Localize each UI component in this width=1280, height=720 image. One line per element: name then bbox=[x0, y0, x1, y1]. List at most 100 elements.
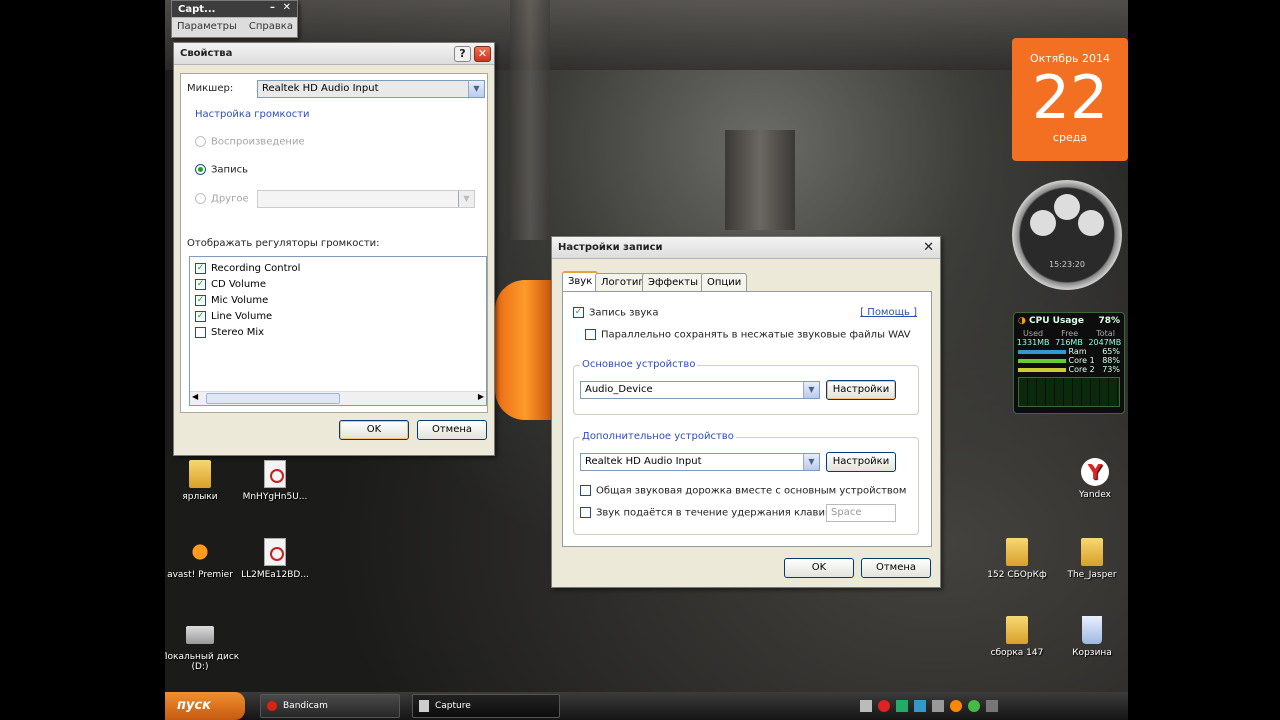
record-title: Настройки записи bbox=[558, 242, 663, 253]
scroll-thumb[interactable] bbox=[206, 393, 340, 404]
taskbar-item-bandicam[interactable]: Bandicam bbox=[260, 694, 400, 718]
skype-tray-icon[interactable] bbox=[968, 700, 980, 712]
app-tray-icon[interactable] bbox=[950, 700, 962, 712]
chevron-down-icon: ▼ bbox=[458, 191, 474, 207]
tab-area: Звук Логотип Эффекты Опции ✓ Запись звука… bbox=[562, 271, 932, 549]
volume-tray-icon[interactable] bbox=[932, 700, 944, 712]
desktop-icon-label: Локальный диск (D:) bbox=[165, 652, 240, 672]
record-tray-icon[interactable] bbox=[878, 700, 890, 712]
keyboard-icon[interactable] bbox=[860, 700, 872, 712]
yandex-icon: Y bbox=[1081, 458, 1109, 486]
desktop-icon-pdf-2[interactable]: LL2MEa12BD... bbox=[235, 538, 315, 580]
list-item-label: Mic Volume bbox=[211, 295, 269, 306]
secondary-settings-button[interactable]: Настройки bbox=[826, 452, 896, 472]
scroll-right-icon[interactable]: ▶ bbox=[478, 392, 484, 401]
desktop-icon-yandex[interactable]: Y Yandex bbox=[1055, 458, 1128, 500]
cpu-icon: ◑ bbox=[1018, 316, 1026, 326]
mix-track-checkbox[interactable]: Общая звуковая дорожка вместе с основным… bbox=[580, 485, 906, 497]
hold-key-checkbox[interactable]: Звук подаётся в течение удержания клавиш… bbox=[580, 507, 841, 519]
cpu-mem-labels: Used Free Total bbox=[1014, 329, 1124, 338]
recycle-bin-icon bbox=[1082, 616, 1102, 644]
list-item[interactable]: ✓ Line Volume bbox=[195, 309, 481, 325]
taskbar-item-capture[interactable]: Capture bbox=[412, 694, 560, 718]
hard-drive-icon bbox=[186, 626, 214, 644]
cpu-row: Core 2 73% bbox=[1018, 365, 1120, 374]
desktop-icon-recycle-bin[interactable]: Корзина bbox=[1052, 616, 1128, 658]
mix-track-label: Общая звуковая дорожка вместе с основным… bbox=[596, 485, 907, 497]
radio-record[interactable]: Запись bbox=[195, 164, 248, 176]
desktop-icon-folder-jasper[interactable]: The_Jasper bbox=[1052, 538, 1128, 580]
properties-titlebar[interactable]: Свойства ? ✕ bbox=[174, 43, 494, 65]
taskbar-item-label: Bandicam bbox=[283, 701, 328, 711]
desktop-icon-label: сборка 147 bbox=[990, 648, 1044, 658]
capture-window[interactable]: Capt... – ✕ Параметры Справка bbox=[171, 0, 298, 38]
primary-device-select[interactable]: Audio_Device ▼ bbox=[580, 381, 820, 399]
record-sound-checkbox[interactable]: ✓ Запись звука bbox=[573, 307, 658, 319]
properties-title: Свойства bbox=[180, 48, 233, 59]
close-button[interactable]: ✕ bbox=[474, 46, 491, 62]
desktop-icon-drive-d[interactable]: Локальный диск (D:) bbox=[165, 620, 240, 672]
checkbox-unchecked-icon bbox=[585, 329, 596, 340]
radio-icon bbox=[195, 136, 206, 147]
ok-button[interactable]: OK bbox=[339, 420, 409, 440]
capture-titlebar[interactable]: Capt... – ✕ bbox=[172, 1, 297, 18]
menu-parameters[interactable]: Параметры bbox=[177, 21, 237, 32]
list-item[interactable]: ✓ Recording Control bbox=[195, 261, 481, 277]
radio-record-label: Запись bbox=[211, 164, 248, 176]
cpu-graph bbox=[1018, 377, 1120, 407]
folder-icon bbox=[1006, 538, 1028, 566]
primary-settings-button[interactable]: Настройки bbox=[826, 380, 896, 400]
background-column bbox=[510, 0, 550, 240]
desktop-icon-folder-152[interactable]: 152 СБОрКф bbox=[977, 538, 1057, 580]
help-link[interactable]: [ Помощь ] bbox=[860, 307, 917, 318]
network-tray-icon[interactable] bbox=[914, 700, 926, 712]
minimize-icon[interactable]: – bbox=[270, 2, 275, 13]
close-icon[interactable]: ✕ bbox=[283, 2, 291, 13]
radio-playback[interactable]: Воспроизведение bbox=[195, 136, 305, 148]
secondary-device-select[interactable]: Realtek HD Audio Input ▼ bbox=[580, 453, 820, 471]
capture-icon bbox=[419, 700, 429, 712]
desktop-icon-label: 152 СБОрКф bbox=[987, 570, 1047, 580]
record-sound-label: Запись звука bbox=[589, 307, 659, 319]
radio-other[interactable]: Другое bbox=[195, 193, 249, 205]
cpu-percent: 78% bbox=[1098, 316, 1120, 326]
list-item[interactable]: ✓ Mic Volume bbox=[195, 293, 481, 309]
desktop-icon-folder-147[interactable]: сборка 147 bbox=[977, 616, 1057, 658]
mixer-value: Realtek HD Audio Input bbox=[262, 83, 379, 94]
list-item-label: Stereo Mix bbox=[211, 327, 265, 338]
misc-tray-icon[interactable] bbox=[986, 700, 998, 712]
help-button[interactable]: ? bbox=[454, 46, 471, 62]
desktop-icon-label: MnHYgHn5U... bbox=[242, 492, 308, 502]
cpu-mem-values: 1331MB 716MB 2047MB bbox=[1014, 338, 1124, 347]
cancel-button[interactable]: Отмена bbox=[861, 558, 931, 578]
list-item[interactable]: Stereo Mix bbox=[195, 325, 481, 341]
ok-button[interactable]: OK bbox=[784, 558, 854, 578]
properties-panel: Микшер: Realtek HD Audio Input ▼ Настрой… bbox=[180, 73, 488, 413]
scroll-left-icon[interactable]: ◀ bbox=[192, 392, 198, 401]
controls-label: Отображать регуляторы громкости: bbox=[187, 238, 380, 249]
tab-effects[interactable]: Эффекты bbox=[642, 273, 704, 291]
cpu-row-name: Core 2 bbox=[1068, 365, 1095, 374]
close-icon[interactable]: ✕ bbox=[923, 240, 934, 255]
hold-key-input[interactable]: Space bbox=[826, 504, 896, 522]
cpu-gadget: ◑ CPU Usage 78% Used Free Total 1331MB 716MB… bbox=[1013, 312, 1125, 414]
record-titlebar[interactable]: Настройки записи ✕ bbox=[552, 237, 940, 259]
taskbar-item-label: Capture bbox=[435, 701, 471, 711]
desktop-icon-pdf-1[interactable]: MnHYgHn5U... bbox=[235, 460, 315, 502]
list-item[interactable]: ✓ CD Volume bbox=[195, 277, 481, 293]
cpu-header: ◑ CPU Usage 78% bbox=[1014, 313, 1124, 329]
tab-sound[interactable]: Звук bbox=[562, 271, 599, 291]
record-settings-dialog: Настройки записи ✕ Звук Логотип Эффекты … bbox=[551, 236, 941, 588]
start-button[interactable]: пуск bbox=[165, 692, 245, 720]
mixer-select[interactable]: Realtek HD Audio Input ▼ bbox=[257, 80, 485, 98]
menu-help[interactable]: Справка bbox=[249, 21, 293, 32]
radio-selected-icon bbox=[195, 164, 206, 175]
volume-settings-link[interactable]: Настройка громкости bbox=[195, 109, 310, 120]
tab-options[interactable]: Опции bbox=[701, 273, 748, 291]
desktop-icon-avast[interactable]: avast! Premier bbox=[165, 538, 240, 580]
save-wav-checkbox[interactable]: Параллельно сохранять в несжатые звуковы… bbox=[585, 329, 911, 341]
cancel-button[interactable]: Отмена bbox=[417, 420, 487, 440]
download-tray-icon[interactable] bbox=[896, 700, 908, 712]
horizontal-scrollbar[interactable]: ◀ ▶ bbox=[190, 391, 486, 405]
desktop-icon-shortcuts[interactable]: ярлыки bbox=[165, 460, 240, 502]
